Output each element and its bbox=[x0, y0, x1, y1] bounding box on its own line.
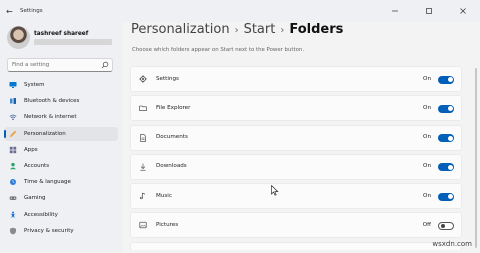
sidebar-item-privacy-security[interactable]: Privacy & security bbox=[4, 224, 118, 238]
sidebar-item-apps[interactable]: Apps bbox=[4, 143, 118, 157]
toggle-state-label: On bbox=[423, 75, 431, 82]
breadcrumb: Personalization › Start › Folders bbox=[131, 22, 343, 40]
documents-toggle[interactable] bbox=[438, 134, 454, 143]
toggle-state-label: Off bbox=[422, 221, 431, 228]
sidebar-item-label: Accessibility bbox=[24, 211, 58, 218]
apps-icon bbox=[9, 146, 17, 154]
sidebar-item-label: Network & internet bbox=[24, 114, 77, 121]
title-bar: ← Settings bbox=[0, 0, 480, 22]
watermark: wsxdn.com bbox=[432, 240, 472, 248]
file-explorer-toggle[interactable] bbox=[438, 104, 454, 113]
sidebar-item-label: Gaming bbox=[24, 195, 46, 202]
monitor-icon bbox=[9, 81, 17, 89]
breadcrumb-personalization[interactable]: Personalization bbox=[131, 22, 230, 37]
search-icon[interactable] bbox=[101, 61, 109, 69]
sidebar-item-time-language[interactable]: Time & language bbox=[4, 175, 118, 189]
document-icon bbox=[140, 133, 146, 142]
folder-row-file-explorer[interactable]: File Explorer On bbox=[130, 95, 462, 122]
sidebar-item-accounts[interactable]: Accounts bbox=[4, 159, 118, 173]
sidebar-item-label: System bbox=[24, 82, 45, 88]
music-toggle[interactable] bbox=[438, 192, 454, 201]
minimize-icon bbox=[392, 10, 398, 12]
folder-label: Pictures bbox=[156, 221, 179, 228]
avatar bbox=[7, 26, 30, 49]
selection-indicator bbox=[4, 129, 6, 138]
folder-row-pictures[interactable]: Pictures Off bbox=[130, 212, 462, 239]
breadcrumb-start[interactable]: Start bbox=[244, 22, 276, 37]
toggle-state-label: On bbox=[423, 192, 431, 199]
mouse-cursor-icon bbox=[271, 185, 279, 196]
toggle-state-label: On bbox=[423, 104, 431, 111]
window-title: Settings bbox=[20, 8, 43, 14]
sidebar-item-network[interactable]: Network & internet bbox=[4, 110, 118, 124]
folder-row-settings[interactable]: Settings On bbox=[130, 66, 462, 92]
page-title: Folders bbox=[289, 22, 344, 37]
search-input[interactable] bbox=[12, 59, 102, 71]
picture-icon bbox=[139, 222, 147, 229]
window-controls bbox=[378, 0, 480, 22]
bluetooth-icon bbox=[9, 97, 17, 105]
download-icon bbox=[140, 163, 146, 171]
scrollbar[interactable] bbox=[475, 68, 477, 248]
sidebar-item-accessibility[interactable]: Accessibility bbox=[4, 208, 118, 222]
shield-icon bbox=[9, 227, 17, 235]
settings-toggle[interactable] bbox=[438, 75, 454, 84]
sidebar-item-label: Time & language bbox=[24, 179, 71, 186]
close-icon bbox=[460, 8, 466, 14]
sidebar-item-gaming[interactable]: Gaming bbox=[4, 191, 118, 205]
sidebar-item-label: Accounts bbox=[24, 162, 50, 169]
sidebar-item-label: Personalization bbox=[24, 130, 66, 137]
folder-label: Documents bbox=[156, 134, 188, 141]
folder-label: Downloads bbox=[156, 163, 187, 170]
pen-icon bbox=[9, 130, 17, 138]
sidebar-item-personalization[interactable]: Personalization bbox=[4, 126, 118, 141]
chevron-right-icon: › bbox=[280, 25, 285, 36]
sidebar-item-system[interactable]: System bbox=[4, 78, 118, 92]
toggle-state-label: On bbox=[423, 163, 431, 170]
page-description: Choose which folders appear on Start nex… bbox=[132, 47, 305, 53]
maximize-icon bbox=[426, 8, 432, 14]
maximize-button[interactable] bbox=[412, 0, 446, 22]
pictures-toggle[interactable] bbox=[438, 221, 454, 230]
user-profile[interactable]: tashreef shareef bbox=[7, 26, 117, 50]
folder-label: Settings bbox=[156, 75, 179, 82]
gamepad-icon bbox=[9, 194, 17, 202]
minimize-button[interactable] bbox=[378, 0, 412, 22]
folder-label: File Explorer bbox=[156, 104, 191, 111]
folder-list: Settings On File Explorer On Documents O… bbox=[130, 66, 462, 253]
chevron-right-icon: › bbox=[234, 25, 239, 36]
sidebar-item-bluetooth[interactable]: Bluetooth & devices bbox=[4, 94, 118, 108]
sidebar: tashreef shareef System Bluetooth & devi… bbox=[0, 22, 122, 251]
folder-row-downloads[interactable]: Downloads On bbox=[130, 153, 462, 180]
globe-clock-icon bbox=[9, 178, 17, 186]
folder-label: Music bbox=[156, 192, 172, 199]
search-box[interactable] bbox=[7, 58, 113, 72]
downloads-toggle[interactable] bbox=[438, 163, 454, 172]
toggle-state-label: On bbox=[423, 134, 431, 141]
music-icon bbox=[140, 192, 146, 200]
network-icon bbox=[9, 113, 17, 121]
folder-row-next[interactable] bbox=[130, 241, 462, 250]
file-explorer-icon bbox=[139, 105, 147, 112]
back-arrow-icon[interactable]: ← bbox=[6, 7, 16, 16]
folder-row-documents[interactable]: Documents On bbox=[130, 124, 462, 151]
folder-row-music[interactable]: Music On bbox=[130, 183, 462, 210]
main-content: Personalization › Start › Folders Choose… bbox=[122, 22, 480, 251]
sidebar-item-label: Privacy & security bbox=[24, 227, 74, 234]
sidebar-item-label: Bluetooth & devices bbox=[24, 98, 80, 105]
sidebar-item-label: Apps bbox=[24, 146, 38, 153]
close-button[interactable] bbox=[446, 0, 480, 22]
user-email-redacted bbox=[34, 39, 112, 45]
nav-list: System Bluetooth & devices Network & int… bbox=[4, 78, 118, 240]
accessibility-icon bbox=[9, 211, 17, 219]
gear-icon bbox=[139, 75, 147, 83]
user-name: tashreef shareef bbox=[34, 31, 89, 37]
person-icon bbox=[9, 162, 17, 170]
